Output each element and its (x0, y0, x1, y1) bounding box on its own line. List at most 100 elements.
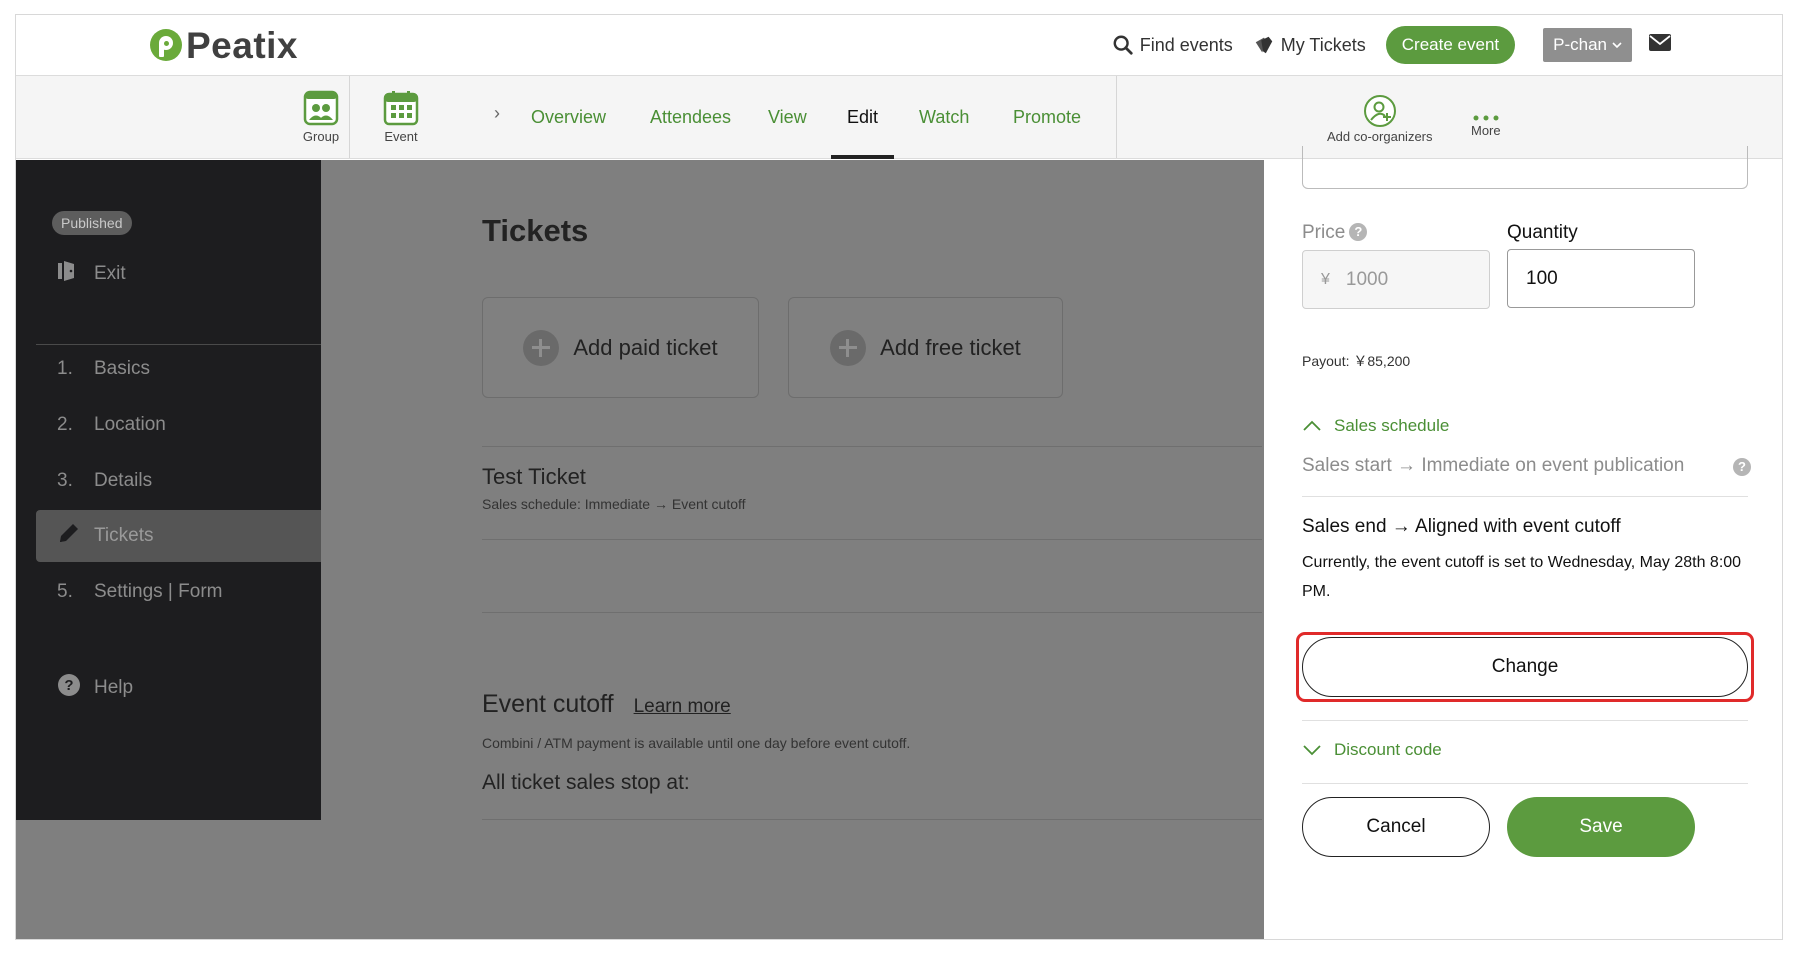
add-co-organizers-button[interactable]: Add co-organizers (1327, 94, 1433, 144)
quantity-input[interactable]: 100 (1507, 249, 1695, 308)
help-circle-icon: ? (58, 674, 80, 696)
add-paid-ticket-button[interactable]: Add paid ticket (482, 297, 759, 398)
sidebar-item-label: Settings | Form (94, 581, 223, 602)
sidebar-item-number: 2. (57, 414, 73, 435)
pencil-icon (60, 524, 78, 542)
my-tickets-label: My Tickets (1280, 34, 1366, 55)
current-cutoff-text: Currently, the event cutoff is set to We… (1302, 554, 1742, 600)
change-cutoff-button[interactable]: Change (1302, 637, 1748, 697)
tab-promote[interactable]: Promote (1013, 76, 1081, 158)
sidebar-item-label: Location (94, 414, 166, 435)
plus-circle-icon (523, 329, 560, 366)
add-paid-ticket-label: Add paid ticket (573, 334, 718, 360)
ticket-name-field[interactable] (1302, 146, 1748, 189)
event-label: Event (384, 129, 418, 144)
sidebar-item-number: 5. (57, 581, 73, 602)
help-icon-wrap: ? (36, 673, 80, 703)
price-label-text: Price (1302, 222, 1346, 243)
sidebar-item-basics[interactable]: 1. Basics (36, 343, 321, 395)
divider (482, 612, 1262, 613)
my-tickets-link[interactable]: My Tickets (1253, 34, 1366, 56)
sidebar-item-number: 3. (57, 470, 73, 491)
currency-symbol: ¥ (1321, 270, 1330, 288)
tab-watch[interactable]: Watch (919, 76, 969, 158)
editor-sidebar: Published Exit 1. Basics 2. Location 3. … (16, 160, 321, 820)
group-label: Group (302, 129, 340, 144)
ticket-schedule: Sales schedule: Immediate → Event cutoff (482, 496, 746, 512)
price-help-icon[interactable]: ? (1349, 223, 1368, 241)
learn-more-link[interactable]: Learn more (634, 696, 731, 718)
svg-text:?: ? (64, 677, 73, 694)
more-dots-icon (1473, 115, 1499, 121)
sidebar-item-tickets[interactable]: Tickets (36, 510, 321, 562)
sidebar-exit[interactable]: Exit (36, 248, 321, 300)
save-button[interactable]: Save (1507, 797, 1695, 857)
tab-edit[interactable]: Edit (830, 76, 895, 159)
chevron-up-icon (1303, 420, 1321, 431)
event-cutoff-title: Event cutoff (482, 690, 614, 718)
price-value: 1000 (1345, 268, 1389, 290)
sidebar-item-settings-form[interactable]: 5. Settings | Form (36, 566, 321, 618)
divider (1302, 720, 1748, 721)
calendar-icon (383, 91, 419, 126)
mail-icon[interactable] (1649, 34, 1671, 51)
create-event-button[interactable]: Create event (1385, 26, 1516, 64)
exit-icon-wrap (36, 260, 78, 288)
plus-circle-icon (830, 329, 867, 366)
sales-end-text: Sales end → Aligned with event cutoff (1302, 516, 1621, 537)
sidebar-item-location[interactable]: 2. Location (36, 399, 321, 451)
app-window: Peatix Find events My Tickets Create eve… (15, 14, 1783, 940)
price-input[interactable]: ¥ 1000 (1302, 250, 1490, 309)
header-nav: Find events My Tickets Create event P-ch… (1092, 26, 1632, 64)
sales-start-help-icon[interactable]: ? (1733, 458, 1751, 476)
sidebar-item-details[interactable]: 3. Details (36, 455, 321, 507)
add-co-organizers-label: Add co-organizers (1327, 129, 1433, 144)
sales-stop-label: All ticket sales stop at: (482, 771, 690, 794)
peatix-logo-icon (150, 29, 182, 61)
group-icon (303, 90, 339, 126)
find-events-link[interactable]: Find events (1112, 34, 1233, 56)
peatix-logo[interactable]: Peatix (150, 25, 298, 65)
discount-code-label: Discount code (1334, 740, 1442, 759)
ticket-name[interactable]: Test Ticket (482, 464, 586, 490)
pencil-icon-wrap (36, 521, 78, 551)
cutoff-note: Combini / ATM payment is available until… (482, 735, 911, 751)
discount-code-toggle[interactable]: Discount code (1302, 730, 1442, 770)
user-menu-button[interactable]: P-chan (1543, 28, 1632, 62)
tickets-icon (1255, 36, 1273, 54)
sidebar-help-label: Help (94, 677, 134, 698)
divider (482, 446, 1262, 447)
add-free-ticket-button[interactable]: Add free ticket (788, 297, 1063, 398)
cancel-button[interactable]: Cancel (1302, 797, 1490, 857)
subnav-divider (349, 76, 350, 158)
exit-door-icon (58, 261, 74, 281)
brand-name: Peatix (186, 24, 299, 66)
quantity-value: 100 (1526, 267, 1558, 289)
event-nav-button[interactable]: Event (366, 76, 436, 158)
chevron-down-icon (1612, 41, 1622, 48)
editor-body: Published Exit 1. Basics 2. Location 3. … (16, 146, 1782, 939)
sidebar-item-label: Tickets (94, 525, 154, 546)
tab-view[interactable]: View (768, 76, 807, 158)
event-cutoff-heading: Event cutoff Learn more (482, 690, 731, 719)
sidebar-item-number: 1. (57, 358, 73, 379)
divider (1302, 783, 1748, 784)
user-name: P-chan (1553, 35, 1607, 54)
more-button[interactable]: More (1471, 114, 1501, 138)
sales-schedule-label: Sales schedule (1334, 416, 1450, 435)
payout-text: Payout: ￥85,200 (1302, 353, 1411, 369)
subnav-divider (1116, 76, 1117, 158)
sidebar-exit-label: Exit (94, 263, 126, 284)
sidebar-item-label: Details (94, 470, 153, 491)
sales-schedule-toggle[interactable]: Sales schedule (1302, 416, 1449, 436)
top-header: Peatix Find events My Tickets Create eve… (16, 15, 1782, 76)
status-badge: Published (52, 211, 132, 235)
chevron-down-icon (1303, 745, 1321, 756)
tab-attendees[interactable]: Attendees (650, 76, 731, 158)
breadcrumb-separator: › (494, 103, 500, 123)
tab-overview[interactable]: Overview (531, 76, 606, 158)
divider (1302, 496, 1748, 497)
search-icon (1113, 35, 1133, 55)
group-nav-button[interactable]: Group (288, 76, 354, 158)
sidebar-help[interactable]: ? Help (36, 662, 321, 714)
